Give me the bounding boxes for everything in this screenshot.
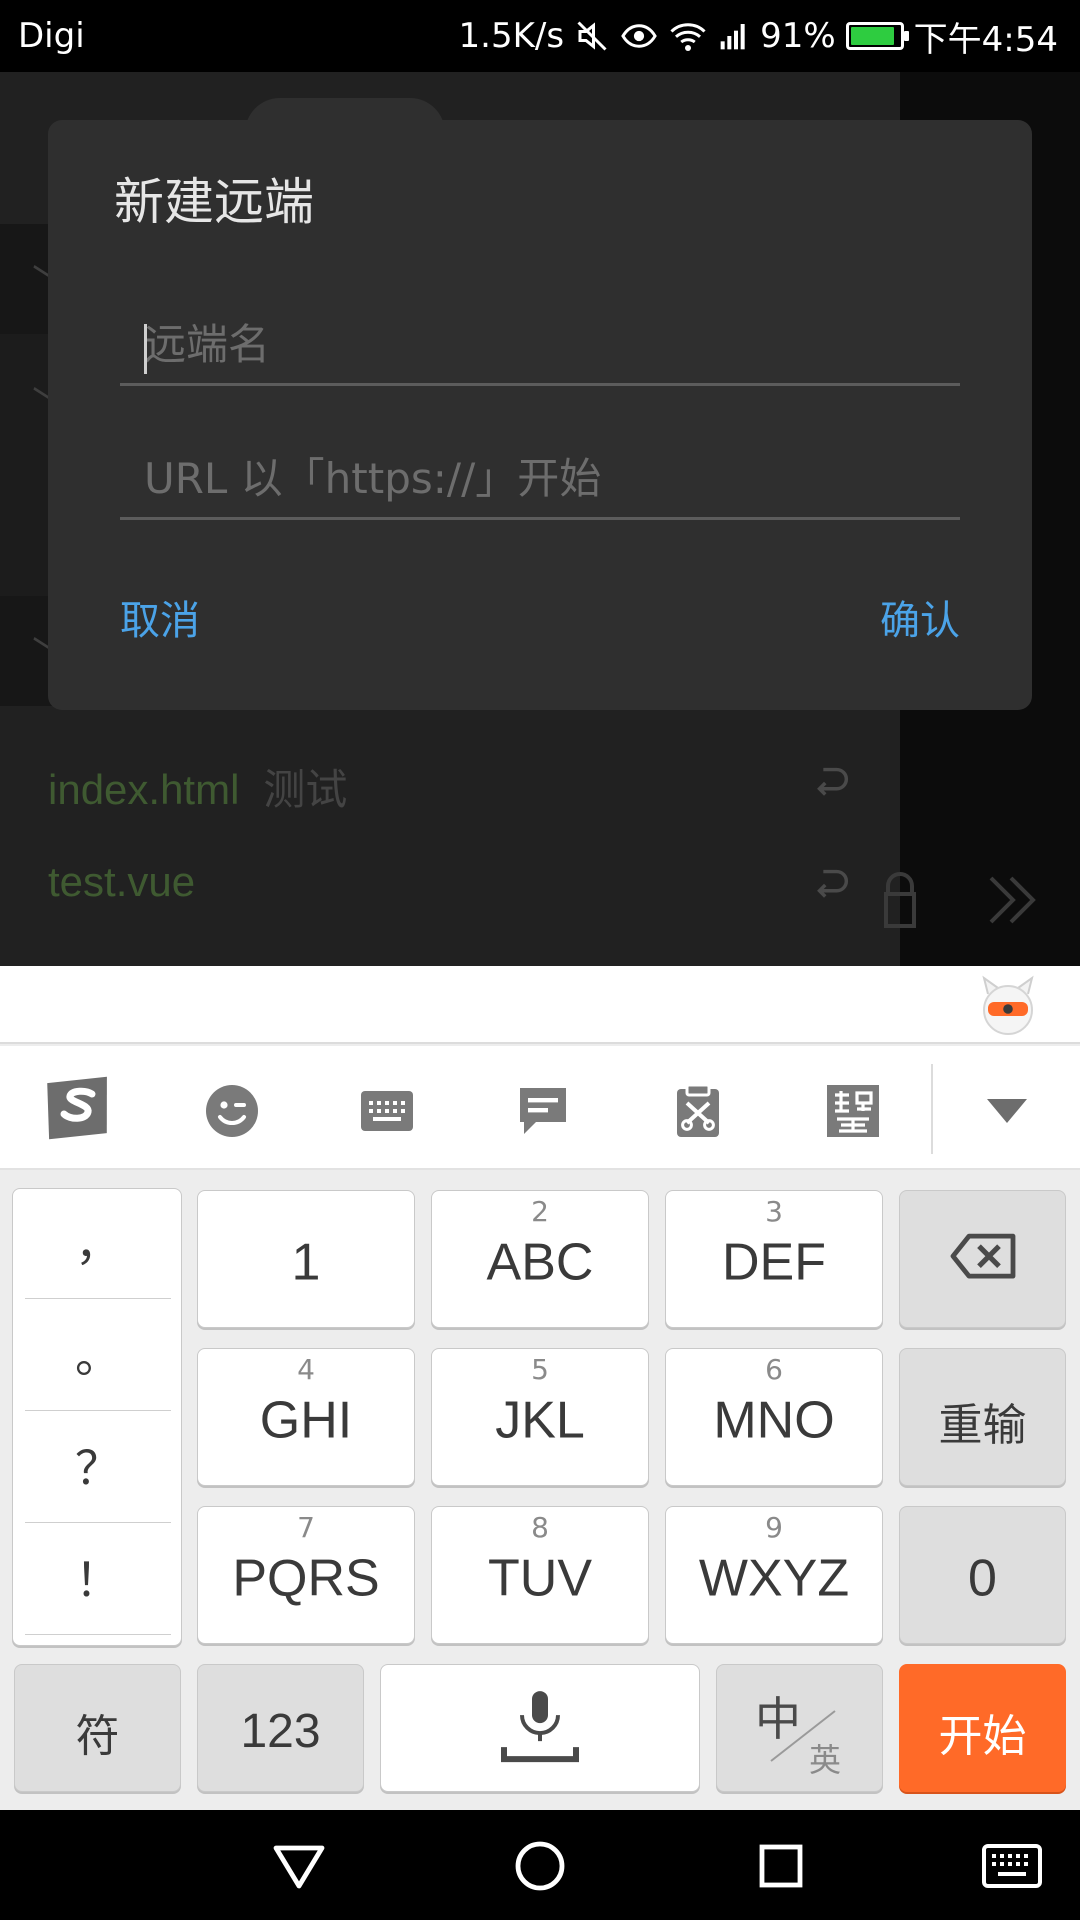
signal-icon — [718, 20, 750, 52]
status-bar-right: 1.5K/s 91% 下午4:54 — [459, 12, 1058, 60]
key-label: MNO — [713, 1391, 835, 1450]
key-label: 0 — [968, 1549, 997, 1608]
key-label: 开始 — [938, 1710, 1027, 1762]
battery-level — [850, 27, 895, 45]
key-number: 7 — [297, 1511, 315, 1544]
revert-icon[interactable] — [808, 862, 854, 908]
network-speed: 1.5K/s — [458, 16, 565, 56]
key-label: WXYZ — [698, 1549, 850, 1608]
status-bar: Digi 1.5K/s 91% 下午4:54 — [0, 0, 1080, 72]
url-field[interactable] — [120, 440, 960, 520]
battery-percent: 91% — [760, 16, 836, 56]
wifi-icon — [668, 18, 708, 54]
eye-icon — [620, 18, 658, 54]
cancel-button[interactable]: 取消 — [120, 588, 200, 646]
new-remote-dialog: 新建远端 取消 确认 — [48, 120, 1032, 710]
key-number: 6 — [765, 1353, 783, 1386]
punct-comma-key[interactable]: ， — [25, 1189, 171, 1299]
key-label: TUV — [488, 1549, 592, 1608]
remote-name-field[interactable] — [120, 306, 960, 386]
key-0[interactable]: 0 — [899, 1506, 1066, 1644]
key-label: ABC — [486, 1233, 594, 1292]
microphone-space-icon — [381, 1687, 699, 1780]
key-4-ghi[interactable]: 4 GHI — [197, 1348, 415, 1486]
key-1[interactable]: 1 — [197, 1190, 415, 1328]
key-label: JKL — [495, 1391, 585, 1450]
punctuation-column: ， 。 ？ ！ — [12, 1188, 182, 1646]
clock: 下午4:54 — [913, 19, 1058, 60]
key-label: PQRS — [232, 1549, 380, 1608]
url-input[interactable] — [120, 440, 960, 517]
back-triangle-icon[interactable] — [271, 1838, 327, 1894]
double-chevron-right-icon[interactable] — [985, 872, 1041, 928]
language-toggle-button[interactable]: 中 英 — [716, 1664, 883, 1792]
key-label: 重输 — [938, 1399, 1027, 1451]
sogou-logo-icon[interactable] — [38, 1068, 118, 1148]
text-cursor — [144, 324, 147, 374]
key-9-wxyz[interactable]: 9 WXYZ — [665, 1506, 883, 1644]
key-label: 1 — [291, 1233, 321, 1292]
mascot-icon[interactable] — [978, 974, 1038, 1038]
key-7-pqrs[interactable]: 7 PQRS — [197, 1506, 415, 1644]
collapse-keyboard-icon[interactable] — [972, 1076, 1042, 1146]
key-label: DEF — [722, 1233, 826, 1292]
key-3-def[interactable]: 3 DEF — [665, 1190, 883, 1328]
reenter-button[interactable]: 重输 — [899, 1348, 1066, 1486]
key-label: GHI — [259, 1391, 353, 1450]
dialog-title: 新建远端 — [114, 173, 314, 231]
carrier-name: Digi — [18, 16, 85, 56]
numeric-mode-button[interactable]: 123 — [197, 1664, 364, 1792]
recents-square-icon[interactable] — [753, 1838, 809, 1894]
key-number: 4 — [297, 1353, 315, 1386]
confirm-button[interactable]: 确认 — [880, 588, 960, 646]
lang-sub-label: 英 — [809, 1741, 842, 1779]
file-row[interactable]: index.html 测试 — [0, 734, 900, 834]
keyboard-switch-icon[interactable] — [980, 1838, 1044, 1894]
file-row[interactable]: test.vue — [0, 836, 900, 936]
key-number: 9 — [765, 1511, 783, 1544]
key-label: 123 — [240, 1704, 321, 1758]
revert-icon[interactable] — [808, 760, 854, 806]
key-number: 5 — [531, 1353, 549, 1386]
clipboard-icon[interactable] — [663, 1076, 733, 1146]
punct-question-key[interactable]: ？ — [25, 1413, 171, 1523]
key-number: 3 — [765, 1195, 783, 1228]
candidate-bar — [0, 966, 1080, 1044]
key-8-tuv[interactable]: 8 TUV — [431, 1506, 649, 1644]
punct-exclamation-key[interactable]: ！ — [25, 1525, 171, 1635]
keyboard-toolbar — [0, 1046, 1080, 1170]
commit-message: 测试 — [263, 766, 348, 813]
key-number: 2 — [531, 1195, 549, 1228]
file-name: test.vue — [48, 858, 196, 905]
key-label: 符 — [75, 1710, 120, 1762]
battery-icon — [845, 22, 909, 50]
go-button[interactable]: 开始 — [899, 1664, 1066, 1792]
backspace-button[interactable] — [899, 1190, 1066, 1328]
symbol-button[interactable]: 符 — [14, 1664, 181, 1792]
key-5-jkl[interactable]: 5 JKL — [431, 1348, 649, 1486]
keyboard-icon[interactable] — [352, 1076, 422, 1146]
remote-name-input[interactable] — [120, 306, 960, 383]
lock-icon[interactable] — [880, 870, 920, 930]
key-number: 8 — [531, 1511, 549, 1544]
toolbar-divider — [931, 1064, 933, 1154]
key-2-abc[interactable]: 2 ABC — [431, 1190, 649, 1328]
file-name: index.html — [48, 766, 240, 813]
backspace-icon — [900, 1232, 1065, 1293]
navigation-bar — [0, 1810, 1080, 1920]
home-circle-icon[interactable] — [512, 1838, 568, 1894]
punct-period-key[interactable]: 。 — [25, 1301, 171, 1411]
traditional-chinese-icon[interactable] — [818, 1076, 888, 1146]
space-voice-button[interactable] — [380, 1664, 700, 1792]
key-6-mno[interactable]: 6 MNO — [665, 1348, 883, 1486]
quick-reply-icon[interactable] — [508, 1076, 578, 1146]
mute-icon — [574, 18, 610, 54]
emoji-icon[interactable] — [197, 1076, 267, 1146]
